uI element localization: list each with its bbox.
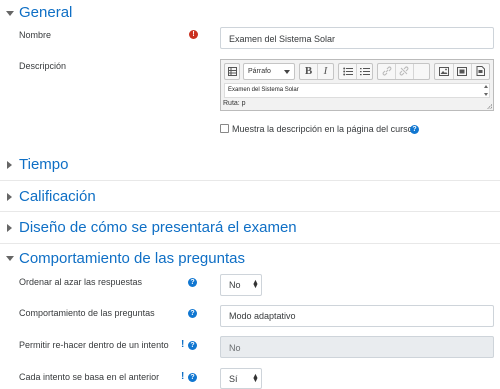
descripcion-label: Descripción — [19, 61, 67, 71]
section-expand-icon[interactable] — [7, 161, 12, 169]
divider — [0, 211, 500, 212]
advanced-icon: ! — [181, 371, 185, 382]
image-icon[interactable] — [436, 64, 452, 79]
italic-button[interactable]: I — [318, 64, 333, 79]
shuffle-select[interactable]: No ▲ ▼ — [220, 274, 262, 296]
show-description-checkbox[interactable] — [220, 124, 229, 133]
blank-icon[interactable] — [414, 64, 429, 79]
each-attempt-label: Cada intento se basa en el anterior — [19, 372, 160, 382]
shuffle-select-value: No — [229, 280, 241, 290]
divider — [0, 243, 500, 244]
section-comportamiento-title[interactable]: Comportamiento de las preguntas — [19, 250, 245, 268]
toolbar-group-lists — [338, 63, 373, 80]
help-icon[interactable]: ? — [188, 309, 197, 318]
paragraph-select-value: Párrafo — [248, 68, 271, 75]
help-icon[interactable]: ? — [410, 125, 419, 134]
resize-handle[interactable] — [487, 104, 492, 109]
toolbar-group-links — [377, 63, 430, 80]
editor-scroll-down[interactable] — [484, 93, 488, 96]
editor-path: Ruta: p — [223, 100, 246, 107]
each-attempt-select-value: Sí — [229, 374, 238, 384]
section-diseno-title[interactable]: Diseño de cómo se presentará el examen — [19, 219, 297, 237]
nombre-input[interactable]: Examen del Sistema Solar — [220, 27, 494, 49]
help-icon[interactable]: ? — [188, 373, 197, 382]
section-expand-icon[interactable] — [7, 224, 12, 232]
nombre-label: Nombre — [19, 30, 52, 40]
table-icon[interactable] — [226, 64, 239, 79]
manage-files-icon[interactable] — [472, 64, 488, 79]
link-icon[interactable] — [379, 64, 394, 79]
section-collapse-icon[interactable] — [6, 256, 14, 261]
each-attempt-select[interactable]: Sí ▲ ▼ — [220, 368, 262, 389]
divider — [0, 180, 500, 181]
media-icon[interactable] — [454, 64, 470, 79]
redo-label: Permitir re-hacer dentro de un intento — [19, 340, 169, 350]
section-collapse-icon[interactable] — [6, 11, 14, 16]
unlink-icon[interactable] — [396, 64, 411, 79]
ordered-list-icon[interactable] — [357, 64, 372, 79]
section-calificacion-title[interactable]: Calificación — [19, 188, 96, 206]
toolbar-group-media — [434, 63, 490, 80]
section-tiempo-title[interactable]: Tiempo — [19, 156, 68, 174]
help-icon[interactable]: ? — [188, 278, 197, 287]
toolbar-group-1 — [224, 63, 240, 80]
section-general-title[interactable]: General — [19, 4, 72, 22]
behaviour-label: Comportamiento de las preguntas — [19, 308, 155, 318]
advanced-icon: ! — [181, 339, 185, 350]
updown-icon: ▲ ▼ — [252, 279, 259, 290]
shuffle-label: Ordenar al azar las respuestas — [19, 277, 143, 287]
unordered-list-icon[interactable] — [340, 64, 355, 79]
editor-content[interactable]: Examen del Sistema Solar — [224, 83, 490, 98]
help-icon[interactable]: ? — [188, 341, 197, 350]
show-description-label: Muestra la descripción en la página del … — [232, 124, 413, 134]
section-expand-icon[interactable] — [7, 193, 12, 201]
bold-button[interactable]: B — [301, 64, 316, 79]
updown-icon: ▲ ▼ — [252, 373, 259, 384]
description-editor: Párrafo B I Examen del Sistema Solar Rut… — [220, 59, 494, 111]
required-icon: ! — [189, 30, 198, 39]
toolbar-group-format: B I — [299, 63, 334, 80]
editor-scroll-up[interactable] — [484, 85, 488, 88]
redo-select[interactable]: No — [220, 336, 494, 358]
behaviour-select[interactable]: Modo adaptativo — [220, 305, 494, 327]
chevron-down-icon — [284, 70, 290, 74]
paragraph-select[interactable]: Párrafo — [243, 63, 295, 80]
